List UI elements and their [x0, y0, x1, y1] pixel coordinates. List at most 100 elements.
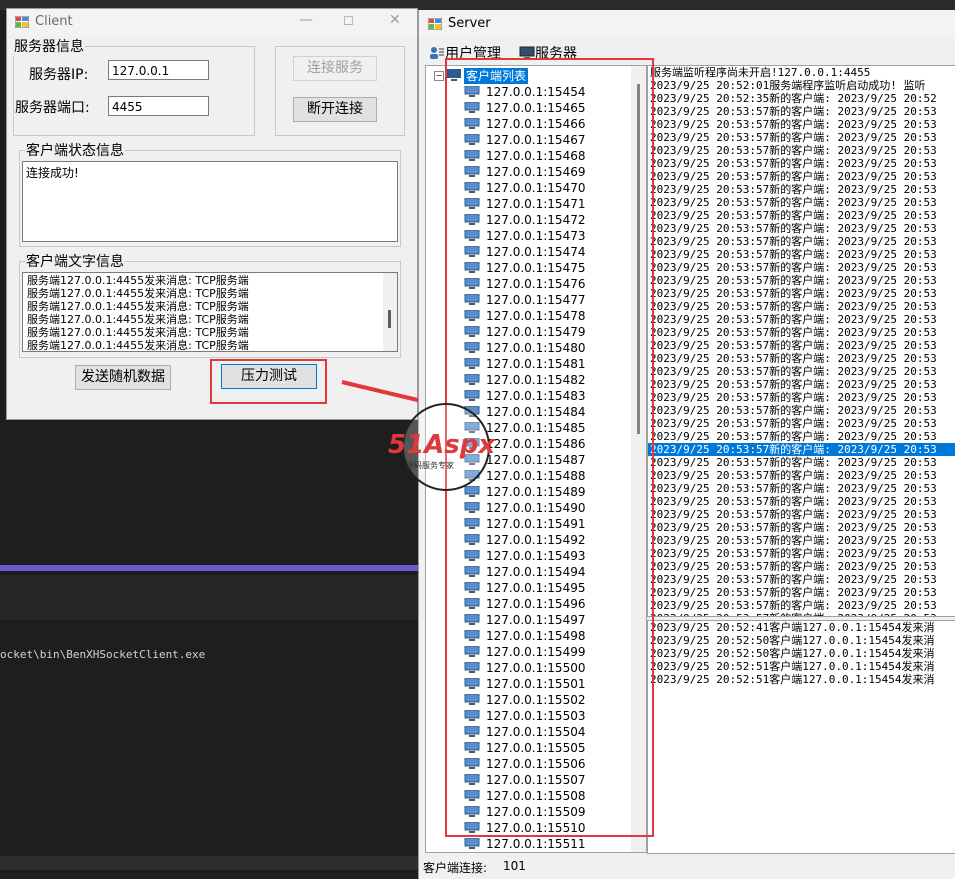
log-line[interactable]: 2023/9/25 20:53:57新的客户端: 2023/9/25 20:53	[648, 469, 955, 482]
computer-icon	[464, 294, 480, 305]
app-icon	[428, 18, 442, 30]
disconnect-button[interactable]: 断开连接	[293, 97, 377, 122]
message-scrollbar[interactable]	[383, 273, 397, 351]
log-line[interactable]: 2023/9/25 20:53:57新的客户端: 2023/9/25 20:53	[648, 170, 955, 183]
log-line[interactable]: 2023/9/25 20:53:57新的客户端: 2023/9/25 20:53	[648, 417, 955, 430]
log-line[interactable]: 2023/9/25 20:53:57新的客户端: 2023/9/25 20:53	[648, 157, 955, 170]
tree-item-label: 127.0.0.1:15469	[486, 165, 586, 179]
server-port-input[interactable]: 4455	[108, 96, 209, 116]
log-line[interactable]: 2023/9/25 20:53:57新的客户端: 2023/9/25 20:53	[648, 235, 955, 248]
connect-button[interactable]: 连接服务	[293, 56, 377, 81]
server-log-panel[interactable]: 服务端监听程序尚未开启!127.0.0.1:4455 2023/9/25 20:5…	[647, 65, 955, 617]
log-line[interactable]: 2023/9/25 20:53:57新的客户端: 2023/9/25 20:53	[648, 365, 955, 378]
tree-item-label: 127.0.0.1:15503	[486, 709, 586, 723]
message-log-panel[interactable]: 2023/9/25 20:52:41客户端127.0.0.1:15454发来消 2…	[647, 620, 955, 854]
maximize-button[interactable]: ☐	[343, 14, 354, 28]
watermark-logo: 51Aspx 源码服务专家	[388, 402, 508, 492]
computer-icon	[464, 278, 480, 289]
log-line[interactable]: 2023/9/25 20:53:57新的客户端: 2023/9/25 20:53	[648, 300, 955, 313]
tree-scrollbar[interactable]	[631, 66, 646, 852]
log-line[interactable]: 2023/9/25 20:52:35新的客户端: 2023/9/25 20:52	[648, 92, 955, 105]
computer-icon	[464, 310, 480, 321]
log-line[interactable]: 2023/9/25 20:53:57新的客户端: 2023/9/25 20:53	[648, 287, 955, 300]
log-line[interactable]: 2023/9/25 20:53:57新的客户端: 2023/9/25 20:53	[648, 521, 955, 534]
tree-item-label: 127.0.0.1:15497	[486, 613, 586, 627]
tree-item-label: 127.0.0.1:15494	[486, 565, 586, 579]
tree-item-label: 127.0.0.1:15479	[486, 325, 586, 339]
message-textbox[interactable]: 服务端127.0.0.1:4455发来消息: TCP服务端 服务端127.0.0.…	[22, 272, 398, 352]
tree-item-label: 127.0.0.1:15481	[486, 357, 586, 371]
menu-user-management[interactable]: 用户管理	[429, 43, 501, 63]
status-textbox[interactable]: 连接成功!	[22, 161, 398, 242]
log-line[interactable]: 2023/9/25 20:53:57新的客户端: 2023/9/25 20:53	[648, 131, 955, 144]
log-line[interactable]: 2023/9/25 20:53:57新的客户端: 2023/9/25 20:53	[648, 495, 955, 508]
ide-divider-band	[0, 565, 420, 571]
message-log-line[interactable]: 2023/9/25 20:52:41客户端127.0.0.1:15454发来消	[648, 621, 955, 634]
server-menubar: 用户管理 服务器	[419, 40, 955, 62]
log-line[interactable]: 2023/9/25 20:53:57新的客户端: 2023/9/25 20:53	[648, 144, 955, 157]
tree-item-label: 127.0.0.1:15473	[486, 229, 586, 243]
log-line[interactable]: 2023/9/25 20:53:57新的客户端: 2023/9/25 20:53	[648, 391, 955, 404]
tree-item-label: 127.0.0.1:15501	[486, 677, 586, 691]
log-line[interactable]: 2023/9/25 20:53:57新的客户端: 2023/9/25 20:53	[648, 196, 955, 209]
log-line[interactable]: 2023/9/25 20:53:57新的客户端: 2023/9/25 20:53	[648, 274, 955, 287]
computer-icon	[464, 214, 480, 225]
client-titlebar[interactable]: Client — ☐ ✕	[7, 9, 417, 35]
message-log-line[interactable]: 2023/9/25 20:52:51客户端127.0.0.1:15454发来消	[648, 660, 955, 673]
message-log-line[interactable]: 2023/9/25 20:52:50客户端127.0.0.1:15454发来消	[648, 647, 955, 660]
log-line[interactable]: 2023/9/25 20:52:01服务端程序监听启动成功! 监听	[648, 79, 955, 92]
log-line[interactable]: 2023/9/25 20:53:57新的客户端: 2023/9/25 20:53	[648, 508, 955, 521]
log-line[interactable]: 2023/9/25 20:53:57新的客户端: 2023/9/25 20:53	[648, 443, 955, 456]
log-line[interactable]: 2023/9/25 20:53:57新的客户端: 2023/9/25 20:53	[648, 586, 955, 599]
minimize-button[interactable]: —	[299, 12, 313, 28]
computer-icon	[464, 150, 480, 161]
client-count-label: 客户端连接:	[423, 861, 488, 875]
message-log-line[interactable]: 2023/9/25 20:52:50客户端127.0.0.1:15454发来消	[648, 634, 955, 647]
log-line[interactable]: 2023/9/25 20:53:57新的客户端: 2023/9/25 20:53	[648, 313, 955, 326]
computer-icon	[464, 102, 480, 113]
server-title: Server	[448, 16, 491, 31]
server-info-group-label: 服务器信息	[13, 36, 85, 56]
log-line[interactable]: 2023/9/25 20:53:57新的客户端: 2023/9/25 20:53	[648, 248, 955, 261]
close-button[interactable]: ✕	[389, 12, 401, 28]
stress-test-button[interactable]: 压力测试	[221, 364, 317, 389]
log-line[interactable]: 2023/9/25 20:53:57新的客户端: 2023/9/25 20:53	[648, 378, 955, 391]
computer-icon	[464, 166, 480, 177]
computer-icon	[464, 374, 480, 385]
log-line[interactable]: 2023/9/25 20:53:57新的客户端: 2023/9/25 20:53	[648, 534, 955, 547]
log-line[interactable]: 2023/9/25 20:53:57新的客户端: 2023/9/25 20:53	[648, 326, 955, 339]
log-line[interactable]: 2023/9/25 20:53:57新的客户端: 2023/9/25 20:53	[648, 482, 955, 495]
log-line[interactable]: 2023/9/25 20:53:57新的客户端: 2023/9/25 20:53	[648, 404, 955, 417]
log-line[interactable]: 2023/9/25 20:53:57新的客户端: 2023/9/25 20:53	[648, 118, 955, 131]
server-ip-input[interactable]: 127.0.0.1	[108, 60, 209, 80]
monitor-icon	[447, 69, 461, 81]
tree-root-label: 客户端列表	[464, 68, 529, 84]
tree-item-label: 127.0.0.1:15466	[486, 117, 586, 131]
server-statusbar: 客户端连接: 101	[419, 855, 955, 877]
log-line[interactable]: 2023/9/25 20:53:57新的客户端: 2023/9/25 20:53	[648, 105, 955, 118]
log-line[interactable]: 2023/9/25 20:53:57新的客户端: 2023/9/25 20:53	[648, 599, 955, 612]
log-line[interactable]: 服务端监听程序尚未开启!127.0.0.1:4455	[648, 66, 955, 79]
server-titlebar[interactable]: Server	[419, 10, 955, 36]
log-line[interactable]: 2023/9/25 20:53:57新的客户端: 2023/9/25 20:53	[648, 560, 955, 573]
log-line[interactable]: 2023/9/25 20:53:57新的客户端: 2023/9/25 20:53	[648, 573, 955, 586]
collapse-toggle-icon[interactable]: −	[434, 71, 444, 81]
log-line[interactable]: 2023/9/25 20:53:57新的客户端: 2023/9/25 20:53	[648, 339, 955, 352]
log-line[interactable]: 2023/9/25 20:53:57新的客户端: 2023/9/25 20:53	[648, 209, 955, 222]
send-random-data-button[interactable]: 发送随机数据	[75, 365, 171, 390]
message-line: 服务端127.0.0.1:4455发来消息: TCP服务端	[27, 274, 249, 287]
log-line[interactable]: 2023/9/25 20:53:57新的客户端: 2023/9/25 20:53	[648, 222, 955, 235]
tree-item-label: 127.0.0.1:15499	[486, 645, 586, 659]
tree-item-label: 127.0.0.1:15508	[486, 789, 586, 803]
log-line[interactable]: 2023/9/25 20:53:57新的客户端: 2023/9/25 20:53	[648, 547, 955, 560]
log-line[interactable]: 2023/9/25 20:53:57新的客户端: 2023/9/25 20:53	[648, 612, 955, 616]
log-line[interactable]: 2023/9/25 20:53:57新的客户端: 2023/9/25 20:53	[648, 261, 955, 274]
message-log-line[interactable]: 2023/9/25 20:52:51客户端127.0.0.1:15454发来消	[648, 673, 955, 686]
log-line[interactable]: 2023/9/25 20:53:57新的客户端: 2023/9/25 20:53	[648, 430, 955, 443]
log-line[interactable]: 2023/9/25 20:53:57新的客户端: 2023/9/25 20:53	[648, 183, 955, 196]
menu-server[interactable]: 服务器	[519, 43, 577, 63]
log-line[interactable]: 2023/9/25 20:53:57新的客户端: 2023/9/25 20:53	[648, 352, 955, 365]
tree-item-label: 127.0.0.1:15478	[486, 309, 586, 323]
menu-server-label: 服务器	[535, 46, 577, 62]
log-line[interactable]: 2023/9/25 20:53:57新的客户端: 2023/9/25 20:53	[648, 456, 955, 469]
